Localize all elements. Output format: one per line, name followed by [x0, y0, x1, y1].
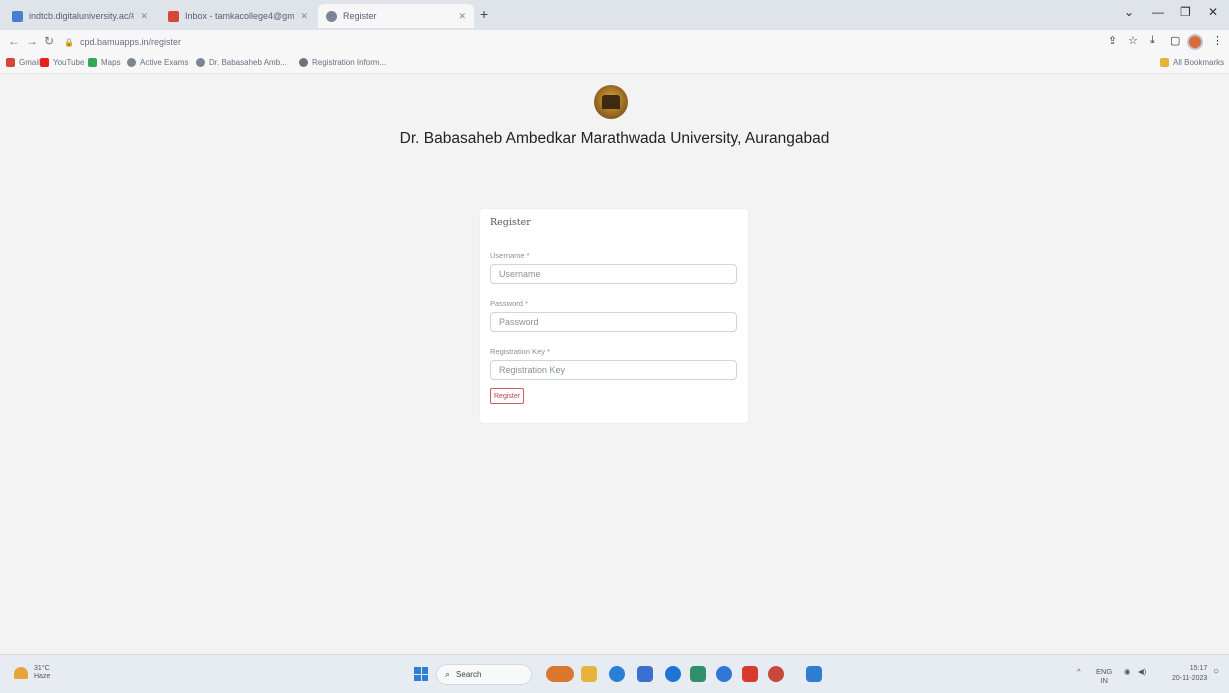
file-explorer-icon[interactable] — [581, 666, 597, 682]
lang-text: ENG — [1096, 667, 1113, 676]
bookmark-active-exams[interactable]: Active Exams — [127, 58, 188, 67]
registration-key-input[interactable] — [490, 360, 737, 380]
widgets-icon[interactable] — [546, 666, 574, 682]
chrome-profile-icon[interactable] — [768, 666, 784, 682]
gmail-icon — [6, 58, 15, 67]
date-text: 20-11-2023 — [1172, 675, 1208, 682]
bookmarks-bar: Gmail YouTube Maps Active Exams Dr. Baba… — [0, 54, 1229, 74]
menu-dots-icon[interactable]: ⋮ — [1212, 34, 1223, 47]
maps-icon — [88, 58, 97, 67]
registration-key-label: Registration Key * — [490, 347, 551, 356]
windows-start-icon[interactable] — [414, 667, 428, 681]
tab-search-chevron-icon[interactable]: ⌄ — [1124, 5, 1134, 19]
windows-taskbar: 31°C Haze ⌕ Search ^ ENG IN ◉ ◀) 15:17 2… — [0, 654, 1229, 693]
chrome-icon[interactable] — [665, 666, 681, 682]
page-content: Dr. Babasaheb Ambedkar Marathwada Univer… — [0, 75, 1229, 654]
restore-icon[interactable]: ❐ — [1180, 5, 1191, 19]
haze-weather-icon — [14, 667, 28, 679]
minimize-icon[interactable]: — — [1152, 5, 1164, 19]
weather-desc: Haze — [34, 673, 51, 680]
tab-digitaluniversity[interactable]: indtcb.digitaluniversity.ac/#/ ✕ — [4, 4, 156, 28]
taskbar-search[interactable]: ⌕ Search — [436, 664, 532, 685]
globe-icon — [196, 58, 205, 67]
bookmark-label: Maps — [101, 58, 121, 67]
download-icon[interactable]: ⤓ — [1150, 34, 1155, 47]
volume-icon[interactable]: ◀) — [1138, 667, 1146, 676]
bookmark-label: Active Exams — [140, 58, 189, 67]
username-input[interactable] — [490, 264, 737, 284]
weather-temp: 31°C — [34, 665, 50, 672]
weather-widget[interactable]: 31°C Haze — [14, 665, 50, 681]
bookmark-maps[interactable]: Maps — [88, 58, 121, 67]
share-icon[interactable]: ⇪ — [1108, 34, 1117, 47]
tab-label: indtcb.digitaluniversity.ac/#/ — [29, 11, 135, 21]
site-info-icon[interactable]: 🔒 — [64, 38, 74, 47]
tab-groups-icon[interactable]: ▢ — [1170, 34, 1180, 47]
tab-register[interactable]: Register ✕ — [318, 4, 474, 28]
register-button[interactable]: Register — [490, 388, 525, 404]
university-title: Dr. Babasaheb Ambedkar Marathwada Univer… — [399, 130, 830, 147]
bookmark-label: YouTube — [53, 58, 85, 67]
tray-chevron-icon[interactable]: ^ — [1077, 667, 1081, 676]
tab-close-icon[interactable]: ✕ — [134, 11, 148, 22]
close-window-icon[interactable]: ✕ — [1208, 5, 1218, 19]
bookmark-registration-info[interactable]: Registration Inform... — [299, 58, 386, 67]
password-input[interactable] — [490, 312, 737, 332]
tab-close-icon[interactable]: ✕ — [294, 11, 308, 22]
register-card: Register Username * Password * Registrat… — [480, 209, 748, 423]
youtube-icon — [40, 58, 49, 67]
reload-icon[interactable]: ↻ — [44, 34, 54, 48]
wifi-icon[interactable]: ◉ — [1124, 667, 1131, 676]
taskbar-clock[interactable]: 15:17 20-11-2023 — [1172, 664, 1207, 684]
username-label: Username * — [490, 251, 530, 260]
bookmark-label: Dr. Babasaheb Amb... — [209, 58, 287, 67]
tab-label: Register — [343, 11, 377, 21]
address-bar[interactable]: 🔒 cpd.bamuapps.in/register — [64, 33, 1084, 51]
shield-app-icon[interactable] — [690, 666, 706, 682]
search-label: Search — [456, 670, 482, 679]
bookmark-gmail[interactable]: Gmail — [6, 58, 40, 67]
opera-icon[interactable] — [716, 666, 732, 682]
globe-icon — [326, 10, 337, 22]
forward-arrow-icon[interactable]: → — [26, 34, 38, 48]
star-icon[interactable]: ☆ — [1128, 34, 1138, 47]
bookmark-bamu[interactable]: Dr. Babasaheb Amb... — [196, 58, 287, 67]
store-icon[interactable] — [637, 666, 653, 682]
back-arrow-icon[interactable]: ← — [8, 34, 20, 48]
region-text: IN — [1100, 676, 1108, 685]
password-label: Password * — [490, 299, 528, 308]
weather-text: 31°C Haze — [34, 665, 50, 681]
form-title: Register — [490, 217, 531, 228]
url-text: cpd.bamuapps.in/register — [79, 37, 182, 47]
youtube-app-icon[interactable] — [742, 666, 758, 682]
folder-icon — [1160, 58, 1169, 67]
notification-bell-icon[interactable]: ○ — [1213, 666, 1219, 677]
profile-avatar[interactable] — [1187, 34, 1203, 50]
outlook-icon[interactable] — [806, 666, 822, 682]
tab-favicon-icon — [12, 10, 23, 22]
search-icon: ⌕ — [445, 669, 451, 679]
browser-toolbar: ← → ↻ 🔒 cpd.bamuapps.in/register ⇪ ☆ ⤓ ▢… — [0, 30, 1229, 54]
new-tab-button[interactable]: + — [480, 6, 488, 22]
gmail-icon — [168, 10, 179, 22]
language-indicator[interactable]: ENG IN — [1096, 667, 1112, 685]
bookmark-youtube[interactable]: YouTube — [40, 58, 84, 67]
time-text: 15:17 — [1189, 665, 1208, 672]
tab-label: Inbox - tamkacollege4@gmail. — [185, 11, 295, 21]
tab-gmail-inbox[interactable]: Inbox - tamkacollege4@gmail. ✕ — [160, 4, 316, 28]
bookmark-label: Registration Inform... — [312, 58, 387, 67]
browser-tab-strip: indtcb.digitaluniversity.ac/#/ ✕ Inbox -… — [0, 0, 1229, 30]
site-icon — [299, 58, 308, 67]
bookmark-label: Gmail — [19, 58, 40, 67]
edge-icon[interactable] — [609, 666, 625, 682]
tab-close-icon[interactable]: ✕ — [452, 11, 466, 22]
all-bookmarks[interactable]: All Bookmarks — [1160, 58, 1224, 67]
globe-icon — [127, 58, 136, 67]
bookmark-label: All Bookmarks — [1173, 58, 1225, 67]
university-logo — [594, 85, 628, 119]
